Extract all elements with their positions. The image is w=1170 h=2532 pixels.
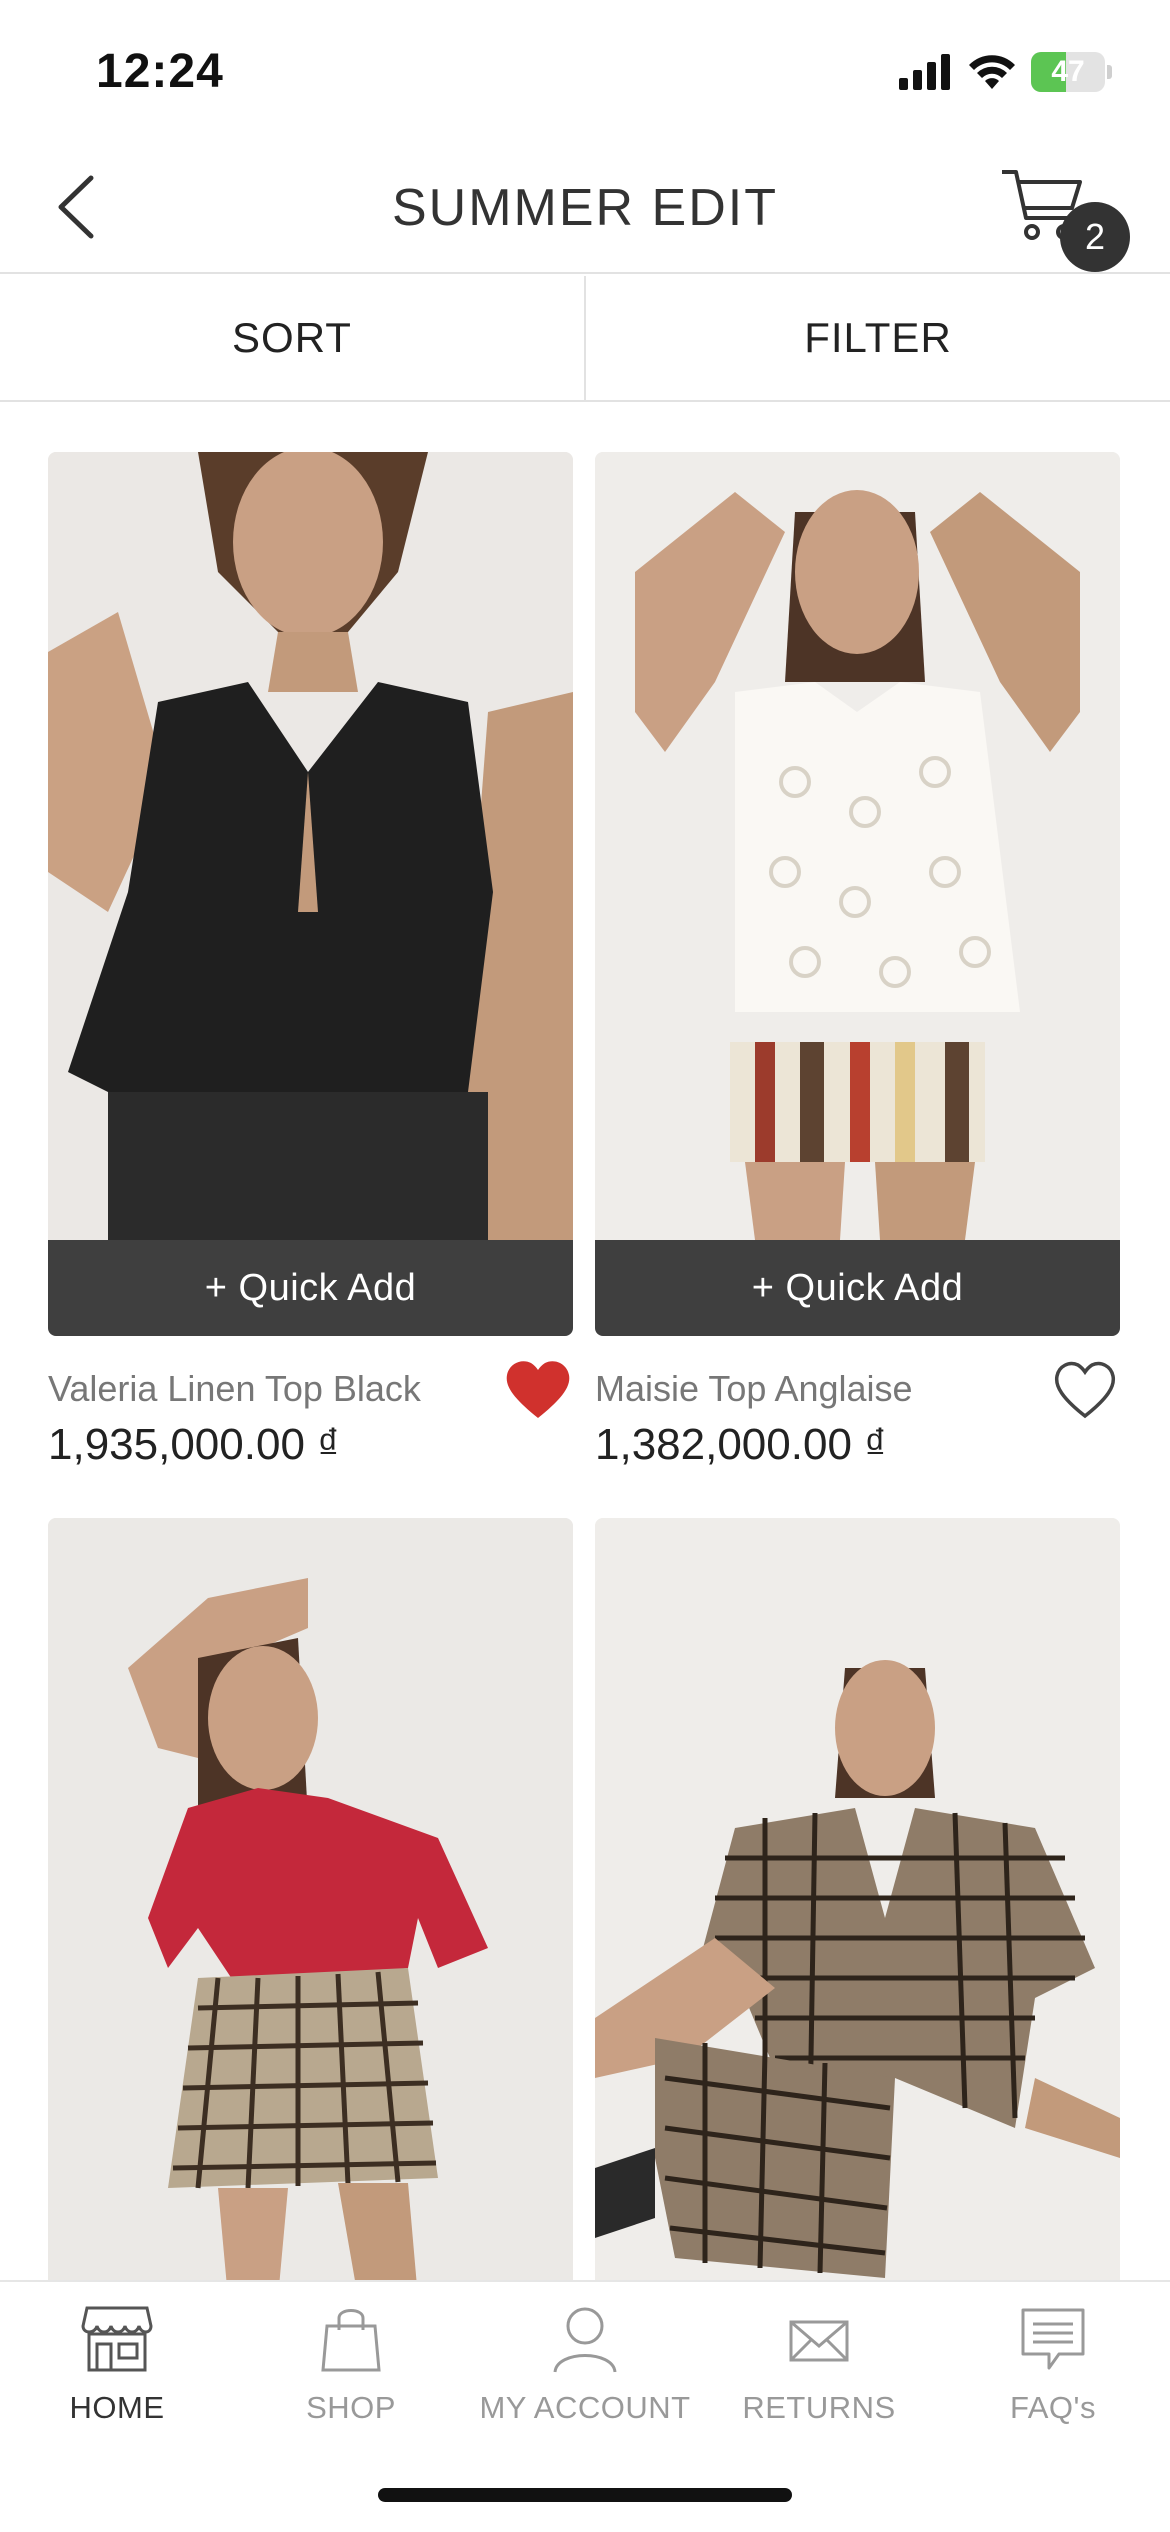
quick-add-button[interactable]: + Quick Add bbox=[48, 1240, 573, 1336]
chat-bubble-icon bbox=[1021, 2308, 1085, 2370]
tab-label: RETURNS bbox=[742, 2390, 896, 2425]
favorite-button[interactable] bbox=[1050, 1358, 1120, 1422]
cellular-signal-icon bbox=[899, 54, 950, 90]
tab-label: FAQ's bbox=[1010, 2390, 1096, 2425]
heart-outline-icon bbox=[1054, 1361, 1116, 1419]
product-name[interactable]: Maisie Top Anglaise bbox=[595, 1368, 913, 1410]
battery-percent: 47 bbox=[1051, 55, 1085, 88]
quick-add-button[interactable]: + Quick Add bbox=[595, 1240, 1120, 1336]
user-icon bbox=[553, 2307, 617, 2373]
tab-my-account[interactable]: MY ACCOUNT bbox=[468, 2282, 702, 2452]
product-image[interactable] bbox=[48, 1518, 573, 2298]
cart-button[interactable]: 2 bbox=[1000, 166, 1130, 272]
tab-label: SHOP bbox=[306, 2390, 396, 2425]
tab-label: HOME bbox=[69, 2390, 165, 2425]
product-card[interactable] bbox=[48, 1518, 573, 2298]
cart-count-badge: 2 bbox=[1060, 202, 1130, 272]
product-card[interactable]: + Quick Add Maisie Top Anglaise 1,382,00… bbox=[595, 452, 1120, 1469]
status-icons: 47 bbox=[899, 52, 1112, 92]
heart-filled-icon bbox=[506, 1361, 570, 1418]
product-image[interactable] bbox=[48, 452, 573, 1240]
product-name[interactable]: Valeria Linen Top Black bbox=[48, 1368, 421, 1410]
tab-label: MY ACCOUNT bbox=[479, 2390, 691, 2425]
status-bar: 12:24 47 bbox=[0, 0, 1170, 140]
sort-filter-bar: SORT FILTER bbox=[0, 276, 1170, 402]
tab-home[interactable]: HOME bbox=[0, 2282, 234, 2452]
envelope-icon bbox=[789, 2320, 849, 2362]
product-price: 1,935,000.00 ₫ bbox=[48, 1420, 340, 1469]
nav-bar: SUMMER EDIT 2 bbox=[0, 140, 1170, 274]
product-card[interactable] bbox=[595, 1518, 1120, 2298]
status-time: 12:24 bbox=[96, 45, 224, 98]
product-card[interactable]: + Quick Add Valeria Linen Top Black 1,93… bbox=[48, 452, 573, 1469]
tab-faqs[interactable]: FAQ's bbox=[936, 2282, 1170, 2452]
product-price: 1,382,000.00 ₫ bbox=[595, 1420, 887, 1469]
home-indicator[interactable] bbox=[378, 2488, 792, 2502]
shopping-bag-icon bbox=[321, 2309, 381, 2372]
wifi-icon bbox=[969, 55, 1015, 89]
page-title: SUMMER EDIT bbox=[392, 179, 778, 237]
battery-cap bbox=[1107, 65, 1112, 79]
sort-button[interactable]: SORT bbox=[0, 276, 586, 400]
product-image[interactable] bbox=[595, 452, 1120, 1240]
filter-button[interactable]: FILTER bbox=[586, 276, 1170, 400]
favorite-button[interactable] bbox=[503, 1358, 573, 1422]
tab-returns[interactable]: RETURNS bbox=[702, 2282, 936, 2452]
battery-charging-icon: 47 bbox=[1031, 52, 1105, 92]
tab-shop[interactable]: SHOP bbox=[234, 2282, 468, 2452]
product-image[interactable] bbox=[595, 1518, 1120, 2298]
storefront-icon bbox=[81, 2306, 153, 2372]
